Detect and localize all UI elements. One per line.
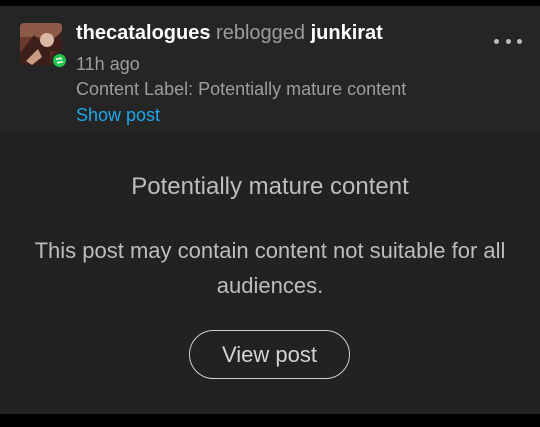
- menu-dot: [517, 38, 522, 44]
- post-timestamp[interactable]: 11h ago: [76, 52, 140, 76]
- mature-content-title: Potentially mature content: [131, 173, 409, 200]
- reblog-action-text: reblogged: [216, 22, 306, 44]
- content-label: Content Label: Potentially mature conten…: [76, 79, 407, 99]
- view-post-label: View post: [222, 341, 317, 367]
- reblogger-blog-link[interactable]: thecatalogues: [76, 22, 210, 44]
- post-byline: thecatalogues reblogged junkirat: [76, 21, 383, 45]
- mature-content-description: This post may contain content not suitab…: [34, 238, 506, 298]
- show-post-link[interactable]: Show post: [76, 103, 160, 127]
- reblog-icon: [51, 52, 68, 69]
- post-header: thecatalogues reblogged junkirat 11h ago…: [0, 6, 540, 134]
- menu-dot: [494, 38, 499, 44]
- more-options-icon[interactable]: [494, 34, 522, 48]
- source-blog-link[interactable]: junkirat: [311, 22, 383, 44]
- menu-dot: [505, 38, 511, 44]
- view-post-button[interactable]: View post: [189, 330, 350, 379]
- post-card: thecatalogues reblogged junkirat 11h ago…: [0, 6, 540, 414]
